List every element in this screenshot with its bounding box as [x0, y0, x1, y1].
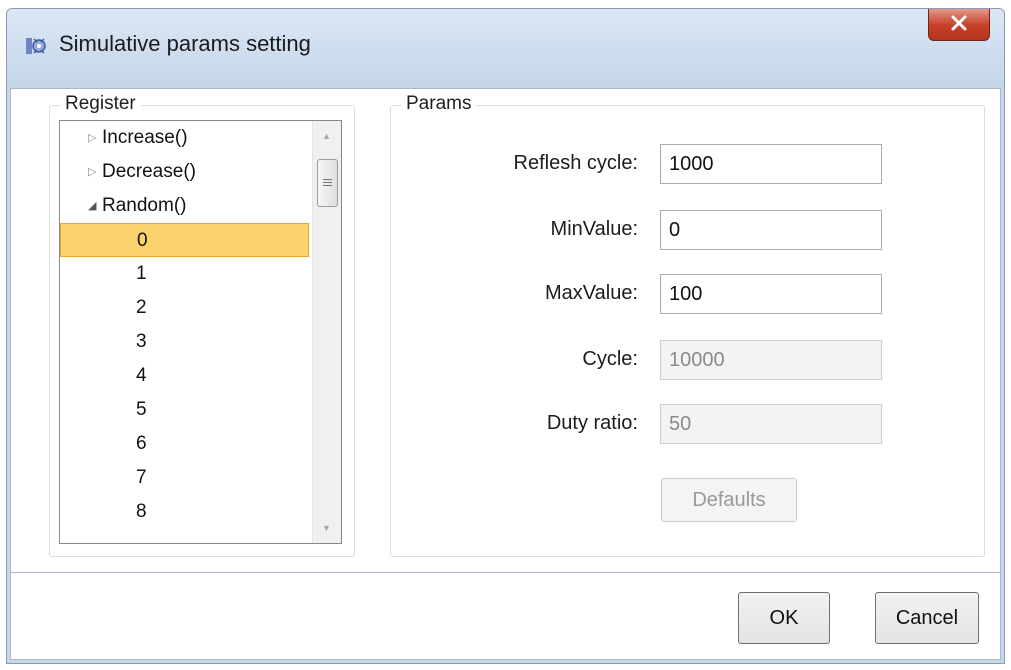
- register-tree[interactable]: ▷ Increase() ▷ Decrease() ◢ Random() 0 1 2 …: [59, 120, 342, 544]
- app-settings-icon: [26, 38, 46, 54]
- tree-item-random-4[interactable]: 4: [60, 359, 341, 393]
- duty-ratio-input: [660, 404, 882, 444]
- register-group-label: Register: [60, 93, 141, 115]
- scroll-up-arrow-icon[interactable]: ▲: [322, 131, 331, 141]
- tree-item-random-1[interactable]: 1: [60, 257, 341, 291]
- cycle-input: [660, 340, 882, 380]
- dialog-window: Simulative params setting Register ▷ Incr…: [6, 8, 1005, 664]
- window-title: Simulative params setting: [59, 31, 311, 56]
- max-value-label: MaxValue:: [544, 282, 638, 304]
- tree-item-label: Increase(): [102, 127, 188, 149]
- dialog-body: Register ▷ Increase() ▷ Decrease() ◢ Random…: [10, 88, 1001, 660]
- tree-item-random-2[interactable]: 2: [60, 291, 341, 325]
- scrollbar-thumb[interactable]: [317, 159, 338, 207]
- max-value-input[interactable]: [660, 274, 882, 314]
- defaults-button: Defaults: [661, 478, 797, 522]
- tree-item-increase[interactable]: ▷ Increase(): [60, 121, 341, 155]
- reflesh-cycle-input[interactable]: [660, 144, 882, 184]
- tree-item-label: Random(): [102, 195, 187, 217]
- register-group: Register ▷ Increase() ▷ Decrease() ◢ Random…: [49, 93, 355, 557]
- tree-item-random-8[interactable]: 8: [60, 495, 341, 529]
- tree-item-random-7[interactable]: 7: [60, 461, 341, 495]
- collapsed-arrow-icon[interactable]: ▷: [88, 155, 102, 189]
- params-group: Params Reflesh cycle: MinValue: MaxValue…: [390, 93, 985, 557]
- min-value-input[interactable]: [660, 210, 882, 250]
- tree-item-random-5[interactable]: 5: [60, 393, 341, 427]
- params-group-label: Params: [401, 93, 477, 115]
- cycle-label: Cycle:: [582, 348, 638, 370]
- vertical-scrollbar[interactable]: ▲ ▼: [312, 121, 341, 543]
- tree-item-random-6[interactable]: 6: [60, 427, 341, 461]
- tree-item-label: Decrease(): [102, 161, 196, 183]
- duty-ratio-label: Duty ratio:: [546, 412, 638, 434]
- cancel-button[interactable]: Cancel: [875, 592, 979, 644]
- tree-item-random-3[interactable]: 3: [60, 325, 341, 359]
- tree-item-random[interactable]: ◢ Random(): [60, 189, 341, 223]
- title-bar[interactable]: Simulative params setting: [7, 9, 1004, 87]
- tree-item-decrease[interactable]: ▷ Decrease(): [60, 155, 341, 189]
- expanded-arrow-icon[interactable]: ◢: [88, 189, 102, 223]
- min-value-label: MinValue:: [550, 218, 638, 240]
- collapsed-arrow-icon[interactable]: ▷: [88, 121, 102, 155]
- close-icon: [951, 15, 967, 31]
- ok-button[interactable]: OK: [738, 592, 830, 644]
- tree-item-random-0[interactable]: 0: [60, 223, 309, 257]
- scroll-down-arrow-icon[interactable]: ▼: [322, 523, 331, 533]
- footer-divider: [11, 572, 1000, 573]
- reflesh-cycle-label: Reflesh cycle:: [513, 152, 639, 174]
- close-button[interactable]: [928, 9, 990, 41]
